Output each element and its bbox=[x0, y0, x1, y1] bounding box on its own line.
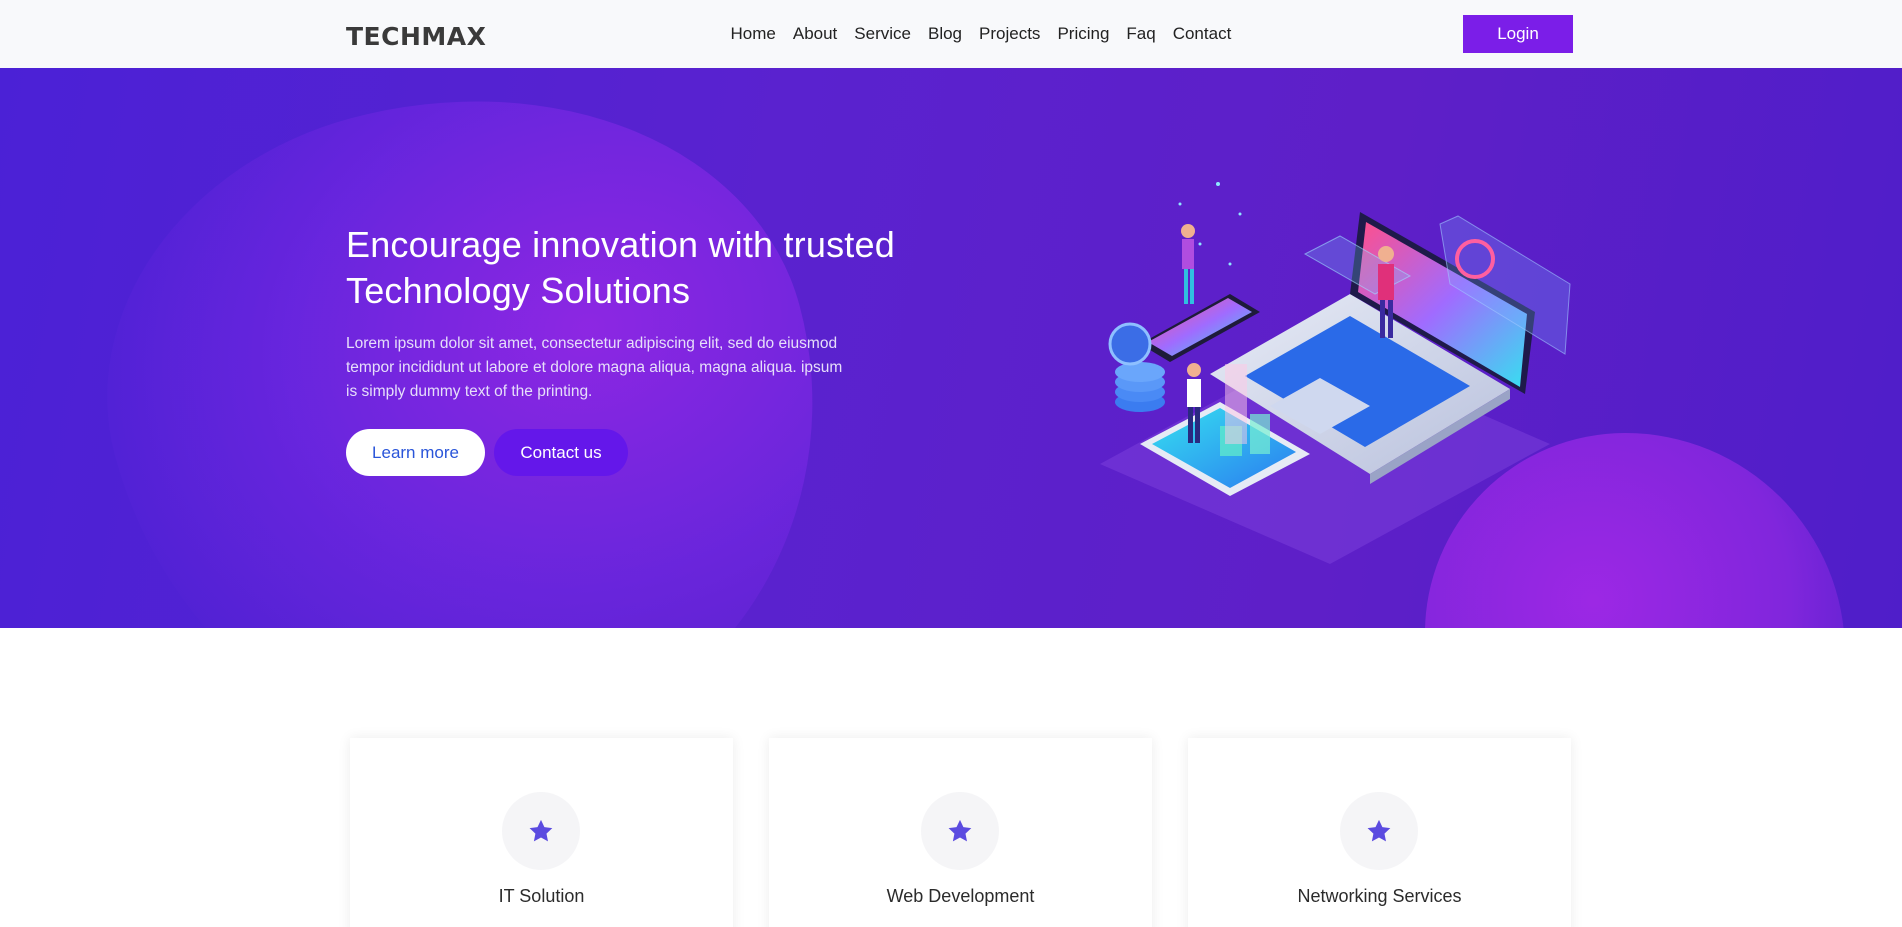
service-title: Networking Services bbox=[1297, 886, 1462, 906]
star-icon bbox=[1367, 819, 1391, 842]
learn-more-button[interactable]: Learn more bbox=[346, 429, 485, 476]
star-icon bbox=[948, 819, 972, 842]
service-card[interactable]: Networking Services bbox=[1188, 738, 1571, 927]
login-button[interactable]: Login bbox=[1463, 15, 1573, 53]
hero-title: Encourage innovation with trusted Techno… bbox=[346, 224, 895, 311]
service-icon-circle bbox=[1340, 792, 1418, 870]
service-icon-circle bbox=[921, 792, 999, 870]
nav-pricing[interactable]: Pricing bbox=[1057, 24, 1109, 44]
service-icon-circle bbox=[502, 792, 580, 870]
hero-description: Lorem ipsum dolor sit amet, consectetur … bbox=[346, 335, 843, 400]
service-card[interactable]: Web Development bbox=[769, 738, 1152, 927]
nav-contact[interactable]: Contact bbox=[1173, 24, 1232, 44]
service-title: Web Development bbox=[886, 886, 1035, 906]
star-icon bbox=[529, 819, 553, 842]
nav-projects[interactable]: Projects bbox=[979, 24, 1040, 44]
contact-us-button[interactable]: Contact us bbox=[494, 429, 628, 476]
nav-service[interactable]: Service bbox=[854, 24, 911, 44]
service-title: IT Solution bbox=[498, 886, 585, 906]
nav-blog[interactable]: Blog bbox=[928, 24, 962, 44]
nav-about[interactable]: About bbox=[793, 24, 837, 44]
services-cards: IT Solution Web Development Networking S… bbox=[350, 738, 1571, 927]
hero-illustration bbox=[1100, 182, 1571, 564]
nav-faq[interactable]: Faq bbox=[1126, 24, 1155, 44]
hero-section: Encourage innovation with trusted Techno… bbox=[0, 68, 1902, 628]
service-card[interactable]: IT Solution bbox=[350, 738, 733, 927]
nav-home[interactable]: Home bbox=[731, 24, 776, 44]
main-nav: Home About Service Blog Projects Pricing… bbox=[722, 0, 1240, 68]
site-header: TECHMAX Home About Service Blog Projects… bbox=[0, 0, 1902, 68]
site-logo[interactable]: TECHMAX bbox=[346, 22, 486, 51]
